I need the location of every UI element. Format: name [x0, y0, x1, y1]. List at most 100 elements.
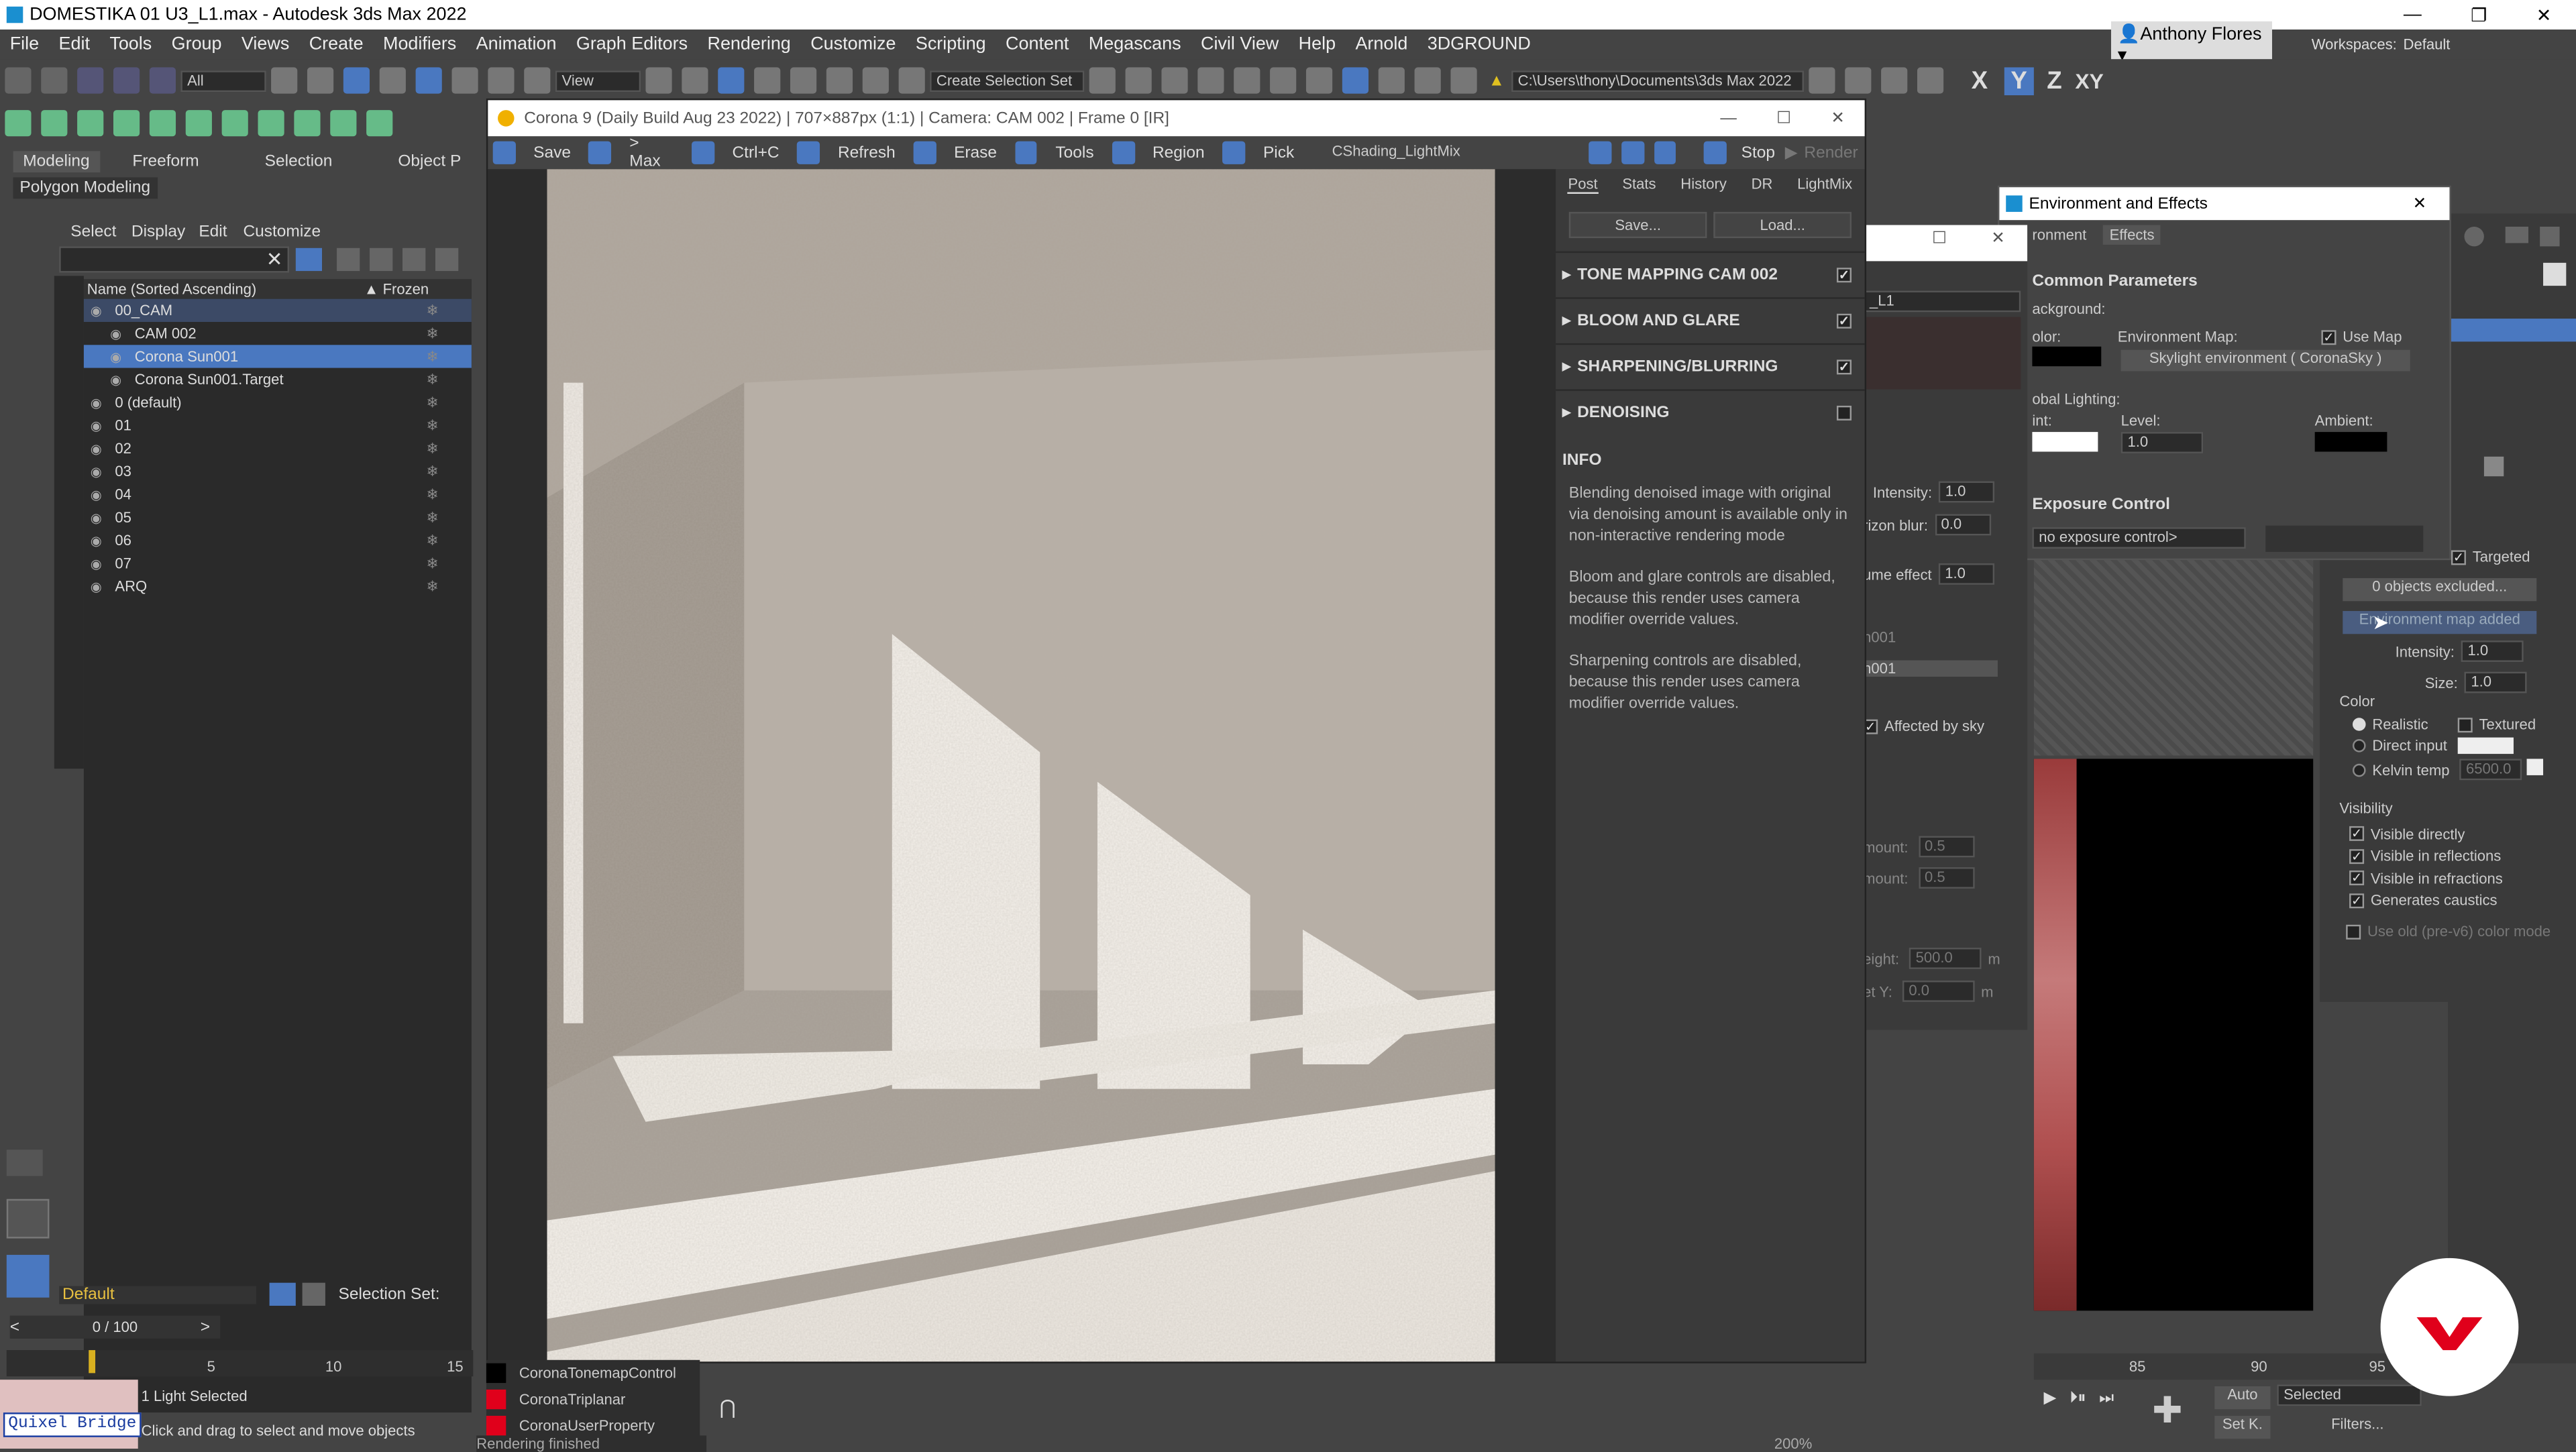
visibility-checkbox[interactable]: ✓	[2349, 826, 2365, 842]
vfb-zoom-out-icon[interactable]	[1621, 141, 1644, 164]
scene-row[interactable]: ◉ 0 (default) ❄	[84, 391, 472, 414]
se-menu-display[interactable]: Display	[131, 223, 185, 241]
workspace-select[interactable]: Default	[2404, 36, 2568, 52]
corona-slicer-icon[interactable]	[258, 110, 284, 137]
layer-settings-icon[interactable]	[302, 1282, 325, 1306]
visibility-option[interactable]: ✓ Visible in refractions	[2349, 867, 2503, 889]
vfb-refresh-icon[interactable]	[797, 141, 820, 164]
freeze-icon[interactable]: ❄	[426, 347, 438, 366]
redo-icon[interactable]	[41, 67, 68, 94]
visibility-eye-icon[interactable]: ◉	[91, 464, 102, 479]
scene-row[interactable]: ◉ Corona Sun001 ❄	[83, 345, 472, 368]
vfb-erase-button[interactable]: Erase	[954, 144, 997, 162]
place-icon[interactable]	[524, 67, 551, 94]
vfb-maximize-icon[interactable]: ☐	[1776, 109, 1791, 127]
visibility-checkbox[interactable]: ✓	[2349, 893, 2365, 908]
light-close-icon[interactable]: ✕	[1991, 230, 2005, 248]
visibility-eye-icon[interactable]: ◉	[91, 533, 102, 548]
vfb-tab-post[interactable]: Post	[1568, 175, 1598, 193]
scene-row[interactable]: ◉ 00_CAM ❄	[83, 298, 472, 323]
exclude-button[interactable]: 0 objects excluded...	[2343, 578, 2537, 602]
se-clear-icon[interactable]: ✕	[266, 248, 283, 271]
layer-explorer-icon[interactable]	[1197, 67, 1224, 94]
freeze-icon[interactable]: ❄	[426, 394, 438, 412]
freeze-icon[interactable]: ❄	[426, 577, 438, 596]
menu-create[interactable]: Create	[299, 30, 373, 59]
env-bg-color-swatch[interactable]	[2032, 346, 2102, 367]
project-icon[interactable]	[1809, 67, 1835, 94]
vfb-erase-icon[interactable]	[913, 141, 936, 164]
se-menu-select[interactable]: Select	[70, 223, 116, 241]
cmd-create-icon[interactable]	[2464, 226, 2484, 247]
align-icon[interactable]	[1125, 67, 1152, 94]
vfb-region-button[interactable]: Region	[1152, 144, 1205, 162]
vfb-section[interactable]: ▸ DENOISING	[1556, 389, 1865, 435]
corona-sun-icon[interactable]	[113, 110, 140, 137]
key-filters-button[interactable]: Filters...	[2296, 1416, 2418, 1439]
vfb-section-checkbox[interactable]: ✓	[1836, 268, 1852, 283]
vfb-section[interactable]: ▸ SHARPENING/BLURRING ✓	[1556, 343, 1865, 390]
snap-3d-icon[interactable]	[754, 67, 781, 94]
use-map-checkbox[interactable]: ✓	[2321, 329, 2337, 345]
old-color-mode[interactable]: Use old (pre-v6) color mode	[2346, 923, 2551, 940]
vfb-stop-button[interactable]: Stop	[1741, 144, 1775, 162]
vfb-tab-history[interactable]: History	[1680, 176, 1727, 192]
vfb-zoom-in-icon[interactable]	[1589, 141, 1612, 164]
menu-modifiers[interactable]: Modifiers	[373, 30, 466, 59]
visibility-eye-icon[interactable]: ◉	[91, 303, 102, 318]
render-icon[interactable]	[1450, 67, 1477, 94]
timeline-track[interactable]: 5 10 15	[6, 1350, 474, 1377]
vfb-render-icon[interactable]: ▶	[1785, 144, 1798, 162]
corona-scatter-icon[interactable]	[185, 110, 212, 137]
vfb-tomax-button[interactable]: > Max	[629, 135, 674, 171]
freeze-icon[interactable]: ❄	[426, 370, 438, 388]
freeze-icon[interactable]: ❄	[426, 486, 438, 504]
realistic-option[interactable]: Realistic	[2352, 716, 2428, 732]
scene-row[interactable]: ◉ 03 ❄	[84, 460, 472, 483]
ribbon-subtitle[interactable]: Polygon Modeling	[13, 177, 157, 199]
corona-distance-icon[interactable]	[294, 110, 321, 137]
se-add-layer-icon[interactable]	[370, 247, 393, 272]
autokey-button[interactable]: Auto	[2214, 1386, 2271, 1410]
se-layers-icon[interactable]	[402, 247, 426, 272]
light-name-select[interactable]: _L1	[1863, 290, 2021, 313]
vfb-section-checkbox[interactable]	[1836, 405, 1852, 421]
kelvin-radio[interactable]	[2352, 763, 2366, 777]
vfb-canvas[interactable]	[488, 169, 1556, 1362]
visibility-option[interactable]: ✓ Visible in reflections	[2349, 845, 2503, 867]
expand-icon[interactable]	[6, 1150, 43, 1176]
freeze-icon[interactable]: ❄	[426, 301, 438, 319]
menu-arnold[interactable]: Arnold	[1346, 30, 1417, 59]
affected-by-sky[interactable]: ✓ Affected by sky	[1863, 718, 1984, 734]
vfb-section-checkbox[interactable]: ✓	[1836, 313, 1852, 329]
play-icon[interactable]: ▶	[2044, 1389, 2057, 1407]
env-exposure-select[interactable]: no exposure control>	[2032, 527, 2246, 549]
mirror-icon[interactable]	[1089, 67, 1116, 94]
menu-content[interactable]: Content	[996, 30, 1079, 59]
viewport-layout-icon[interactable]	[6, 1198, 50, 1239]
cmd-selected-item[interactable]	[2451, 319, 2576, 342]
spinner-snap-icon[interactable]	[862, 67, 889, 94]
ribbon-tab-selection[interactable]: Selection	[265, 152, 333, 170]
visibility-checkbox[interactable]: ✓	[2349, 848, 2365, 864]
undo-icon[interactable]	[5, 67, 32, 94]
render-setup-icon[interactable]	[1378, 67, 1405, 94]
visibility-checkbox[interactable]: ✓	[2349, 871, 2365, 886]
vfb-zoom-fit-icon[interactable]	[1653, 141, 1676, 164]
env-tab-environment[interactable]: ronment	[2032, 227, 2086, 243]
scene-row[interactable]: ◉ 05 ❄	[84, 506, 472, 528]
vfb-section[interactable]: ▸ BLOOM AND GLARE ✓	[1556, 297, 1865, 343]
scene-row[interactable]: ◉ 06 ❄	[84, 529, 472, 552]
targeted-option[interactable]: ✓ Targeted	[2451, 549, 2530, 565]
last-frame-icon[interactable]: ⏭	[2099, 1389, 2114, 1407]
direct-input-option[interactable]: Direct input	[2352, 738, 2447, 754]
curve-editor-icon[interactable]	[1270, 67, 1297, 94]
old-color-checkbox[interactable]	[2346, 924, 2361, 939]
realistic-radio[interactable]	[2352, 718, 2366, 731]
ribbon-tab-object-paint[interactable]: Object P	[398, 152, 461, 170]
visibility-eye-icon[interactable]: ◉	[110, 372, 121, 387]
vfb-section-checkbox[interactable]: ✓	[1836, 359, 1852, 375]
project-folder-icon[interactable]	[1844, 67, 1872, 94]
vfb-save-button[interactable]: Save	[533, 144, 571, 162]
expand-arrow-icon[interactable]: ▸	[1562, 358, 1570, 376]
